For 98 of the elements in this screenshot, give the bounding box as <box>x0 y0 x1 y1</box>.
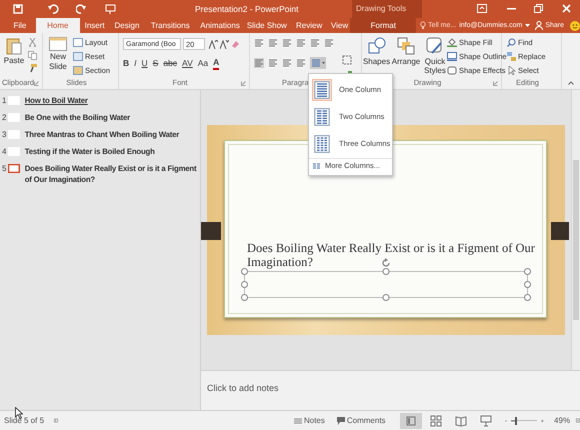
align-left-icon[interactable] <box>254 58 264 68</box>
mouse-cursor-icon <box>15 407 23 419</box>
ribbon-tab[interactable]: Home <box>36 18 80 33</box>
undo-icon[interactable] <box>48 4 59 14</box>
cut-icon[interactable] <box>28 38 37 47</box>
columns-icon <box>313 163 320 169</box>
paste-button[interactable]: Paste <box>3 37 25 77</box>
paint-bucket-icon <box>447 38 457 47</box>
center-icon[interactable] <box>268 58 278 68</box>
bullets-icon[interactable] <box>254 38 264 48</box>
notes-icon <box>294 416 302 424</box>
notes-placeholder[interactable]: Click to add notes <box>207 383 279 393</box>
replace-icon <box>507 52 516 61</box>
text-direction-icon[interactable] <box>324 38 334 48</box>
ribbon-tab[interactable]: File <box>4 18 36 33</box>
format-button[interactable]: B <box>123 58 130 69</box>
align-text-icon[interactable] <box>342 55 352 65</box>
ribbon-tab[interactable]: Slide Show <box>244 18 290 33</box>
format-button[interactable]: abc <box>163 58 178 69</box>
decrease-indent-icon[interactable] <box>282 38 292 48</box>
arrange-button[interactable]: Arrange <box>391 37 421 66</box>
restore-icon[interactable] <box>534 4 543 13</box>
format-button[interactable]: Aa <box>198 58 208 69</box>
start-slideshow-icon[interactable] <box>105 4 116 14</box>
dialog-launcher-icon[interactable] <box>34 81 39 86</box>
clipboard-icon <box>6 37 22 55</box>
comments-button[interactable]: Comments <box>336 414 386 426</box>
ribbon-tab[interactable]: Design <box>110 18 144 33</box>
fit-slide-icon[interactable] <box>576 416 580 425</box>
justify-icon[interactable] <box>296 58 306 68</box>
arrange-icon <box>397 37 415 55</box>
zoom-level[interactable]: 49% <box>554 414 570 426</box>
slide-thumbnail-icon[interactable] <box>8 164 20 173</box>
dialog-launcher-icon[interactable] <box>493 81 498 86</box>
zoom-in-icon[interactable] <box>541 418 544 424</box>
ribbon-tab[interactable]: Animations <box>196 18 244 33</box>
reset-icon <box>73 52 83 61</box>
window-title: Presentation2 - PowerPoint <box>195 3 298 15</box>
columns-icon <box>313 134 331 154</box>
columns-icon <box>313 80 331 100</box>
dialog-launcher-icon[interactable] <box>241 81 246 86</box>
slide-number: 5 <box>2 163 8 175</box>
copy-icon[interactable] <box>28 51 37 60</box>
slide-number: 2 <box>2 112 8 124</box>
decorative-band <box>551 222 569 240</box>
columns-icon <box>313 106 331 126</box>
columns-button[interactable] <box>310 57 326 69</box>
scroll-bar[interactable] <box>571 90 580 370</box>
shrink-font-icon[interactable] <box>220 40 229 48</box>
format-button[interactable]: I <box>134 58 137 69</box>
format-button[interactable]: AV <box>182 58 193 69</box>
zoom-slider[interactable] <box>511 416 538 426</box>
smiley-icon[interactable] <box>570 20 580 30</box>
shapes-icon <box>368 37 386 55</box>
notes-button[interactable]: Notes <box>294 414 325 426</box>
decorative-band <box>201 222 221 240</box>
slide-title[interactable]: Does Boiling Water Really Exist or is it a Figment of Our Imagination? <box>247 241 547 269</box>
rotate-handle-icon[interactable] <box>381 258 391 268</box>
format-painter-icon[interactable] <box>28 64 37 73</box>
quick-styles-button[interactable]: Quick Styles <box>422 37 448 75</box>
section-icon <box>73 66 83 75</box>
ribbon-tab[interactable]: Review <box>290 18 329 33</box>
dropdown-caret-icon[interactable] <box>525 24 530 27</box>
person-icon <box>535 21 544 30</box>
align-right-icon[interactable] <box>282 58 292 68</box>
numbering-icon[interactable] <box>268 38 278 48</box>
format-button[interactable]: S <box>152 58 158 69</box>
effects-icon <box>447 66 457 75</box>
format-button[interactable]: U <box>142 58 148 69</box>
ribbon-tab[interactable]: View <box>328 18 350 33</box>
normal-view-button[interactable] <box>400 412 422 428</box>
lightbulb-icon <box>420 21 426 30</box>
new-slide-button[interactable]: New Slide <box>46 37 70 72</box>
ribbon-tab[interactable]: Insert <box>80 18 110 33</box>
font-color-button[interactable]: A <box>213 57 220 70</box>
line-spacing-icon[interactable] <box>310 38 320 48</box>
slide-count: Slide 5 of 5 <box>4 414 44 426</box>
quick-styles-icon <box>426 37 444 55</box>
slide-number: 1 <box>2 95 8 107</box>
slide-number: 4 <box>2 146 8 158</box>
ribbon-display-icon[interactable] <box>477 4 487 13</box>
redo-icon[interactable] <box>76 4 86 14</box>
layout-icon <box>73 38 83 47</box>
minimize-icon[interactable] <box>507 8 516 10</box>
ribbon-tab[interactable]: Transitions <box>144 18 196 33</box>
comment-icon <box>336 416 345 424</box>
save-icon[interactable] <box>13 4 23 14</box>
contextual-tab-title: Drawing Tools <box>356 3 406 15</box>
ribbon-tab[interactable]: Format <box>350 18 416 33</box>
search-icon <box>507 38 516 47</box>
collapse-ribbon-icon[interactable] <box>568 81 574 85</box>
pointer-icon <box>507 66 516 75</box>
slide-number: 3 <box>2 129 8 141</box>
shapes-button[interactable]: Shapes <box>363 37 390 66</box>
grow-font-icon[interactable] <box>209 40 218 48</box>
slide-icon <box>49 37 67 51</box>
increase-indent-icon[interactable] <box>296 38 306 48</box>
close-icon[interactable] <box>562 4 571 13</box>
